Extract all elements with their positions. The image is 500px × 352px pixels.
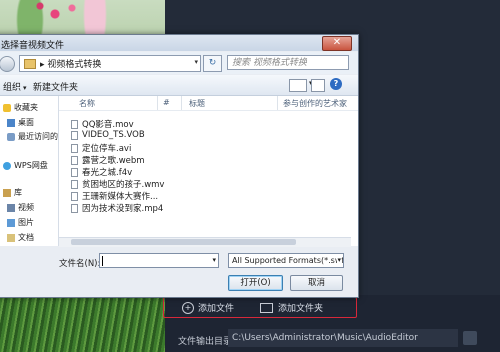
- close-button[interactable]: ✕: [322, 36, 352, 51]
- help-icon[interactable]: ?: [330, 78, 342, 90]
- nav-item-recent[interactable]: 最近访问的位: [7, 131, 58, 142]
- column-header-title[interactable]: 标题: [189, 98, 205, 109]
- list-item[interactable]: VIDEO_TS.VOB: [71, 130, 145, 140]
- filename-label: 文件名(N):: [59, 259, 101, 269]
- dialog-footer: 文件名(N): ▾ All Supported Formats(*.swf; ▾…: [0, 247, 358, 297]
- video-icon: [7, 203, 15, 212]
- add-folder-label: 添加文件夹: [278, 304, 324, 314]
- nav-item-libraries[interactable]: 库: [3, 187, 22, 198]
- column-header-number[interactable]: #: [163, 98, 170, 107]
- file-icon: [71, 179, 78, 189]
- pictures-icon: [7, 218, 15, 227]
- file-type-select[interactable]: All Supported Formats(*.swf; ▾: [228, 253, 344, 268]
- dialog-toolbar: 组织 新建文件夹 ?: [0, 75, 358, 96]
- address-row: ▸ 视频格式转换 ▾ ↻ 搜索 视频格式转换: [0, 52, 358, 74]
- nav-label: 收藏夹: [14, 103, 38, 112]
- organize-menu[interactable]: 组织: [3, 80, 27, 93]
- recent-places-icon: [7, 132, 15, 141]
- nav-item-wps-cloud[interactable]: WPS网盘: [3, 160, 48, 171]
- list-item[interactable]: 春光之城.f4v: [71, 166, 132, 178]
- file-name: VIDEO_TS.VOB: [82, 130, 145, 140]
- nav-label: 桌面: [18, 118, 34, 127]
- nav-item-desktop[interactable]: 桌面: [7, 117, 34, 128]
- file-name: 王珊新媒体大赛作...: [82, 192, 159, 202]
- nav-label: 最近访问的位: [18, 132, 58, 141]
- list-item[interactable]: QQ影音.mov: [71, 118, 134, 130]
- file-icon: [71, 203, 78, 213]
- folder-icon: [260, 302, 273, 313]
- desktop-icon: [7, 118, 15, 127]
- star-icon: [3, 103, 11, 112]
- back-arrow-icon[interactable]: [0, 56, 15, 72]
- add-file-button[interactable]: + 添加文件: [182, 300, 234, 315]
- add-buttons-highlight: + 添加文件 添加文件夹: [163, 297, 357, 318]
- file-icon: [71, 119, 78, 129]
- documents-icon: [7, 233, 15, 242]
- nav-item-pictures[interactable]: 图片: [7, 217, 34, 228]
- chevron-down-icon[interactable]: ▾: [337, 254, 341, 267]
- open-file-dialog: 选择音视频文件 ✕ ▸ 视频格式转换 ▾ ↻ 搜索 视频格式转换 组织 新建文件…: [0, 34, 359, 298]
- file-name: 贫困地区的孩子.wmv: [82, 180, 165, 190]
- file-list: 名称 # 标题 参与创作的艺术家 QQ影音.mov VIDEO_TS.VOB 定…: [59, 96, 358, 246]
- file-icon: [71, 155, 78, 165]
- scrollbar-thumb[interactable]: [71, 239, 296, 245]
- column-header-name[interactable]: 名称: [79, 98, 95, 109]
- navigation-pane: 收藏夹 桌面 最近访问的位 WPS网盘 库 视频 图片 文档: [0, 96, 59, 246]
- nav-label: 库: [14, 188, 22, 197]
- file-icon: [71, 167, 78, 177]
- nav-item-documents[interactable]: 文档: [7, 232, 34, 243]
- open-button[interactable]: 打开(O): [228, 275, 283, 291]
- list-item[interactable]: 露营之歌.webm: [71, 154, 145, 166]
- cloud-icon: [3, 161, 11, 170]
- search-input[interactable]: 搜索 视频格式转换: [227, 55, 349, 70]
- nav-label: 文档: [18, 233, 34, 242]
- view-options-icon[interactable]: [289, 79, 313, 92]
- list-item[interactable]: 贫困地区的孩子.wmv: [71, 178, 164, 190]
- new-folder-button[interactable]: 新建文件夹: [33, 80, 78, 93]
- plus-icon: +: [182, 301, 194, 314]
- column-header-artists[interactable]: 参与创作的艺术家: [283, 98, 347, 109]
- file-name: QQ影音.mov: [82, 120, 134, 130]
- nav-item-favorites[interactable]: 收藏夹: [3, 102, 38, 113]
- file-icon: [71, 191, 78, 201]
- file-name: 定位停车.avi: [82, 144, 132, 154]
- list-item[interactable]: 王珊新媒体大赛作...: [71, 190, 158, 202]
- column-divider[interactable]: [277, 96, 278, 110]
- dialog-title: 选择音视频文件: [1, 41, 65, 51]
- cancel-button[interactable]: 取消: [290, 275, 343, 291]
- file-name: 因为技术没到家.mp4: [82, 204, 164, 214]
- browse-folder-icon[interactable]: [463, 331, 477, 345]
- column-divider[interactable]: [181, 96, 182, 110]
- output-dir-field[interactable]: C:\Users\Administrator\Music\AudioEditor: [228, 329, 458, 347]
- dialog-titlebar: 选择音视频文件 ✕: [0, 35, 358, 51]
- header-divider: [59, 110, 358, 111]
- preview-pane-icon[interactable]: [311, 79, 325, 92]
- file-name: 春光之城.f4v: [82, 168, 133, 178]
- file-type-value: All Supported Formats(*.swf;: [232, 256, 344, 265]
- folder-icon: [24, 58, 36, 69]
- filename-input[interactable]: ▾: [99, 253, 219, 268]
- add-folder-button[interactable]: 添加文件夹: [260, 300, 323, 315]
- address-bar[interactable]: ▸ 视频格式转换 ▾: [19, 55, 201, 72]
- column-divider[interactable]: [157, 96, 158, 110]
- file-icon: [71, 130, 78, 140]
- file-icon: [71, 143, 78, 153]
- library-icon: [3, 188, 11, 197]
- background-grass: [0, 295, 165, 352]
- add-file-label: 添加文件: [198, 304, 235, 314]
- address-path: ▸ 视频格式转换: [40, 60, 102, 70]
- file-name: 露营之歌.webm: [82, 156, 145, 166]
- nav-label: WPS网盘: [14, 161, 48, 170]
- chevron-down-icon[interactable]: ▾: [194, 58, 198, 66]
- text-caret: [102, 256, 103, 266]
- horizontal-scrollbar[interactable]: [59, 237, 351, 247]
- chevron-down-icon[interactable]: ▾: [212, 256, 216, 264]
- list-item[interactable]: 定位停车.avi: [71, 142, 131, 154]
- refresh-icon[interactable]: ↻: [203, 55, 222, 72]
- nav-item-videos[interactable]: 视频: [7, 202, 34, 213]
- nav-label: 图片: [18, 218, 34, 227]
- list-item[interactable]: 因为技术没到家.mp4: [71, 202, 163, 214]
- nav-label: 视频: [18, 203, 34, 212]
